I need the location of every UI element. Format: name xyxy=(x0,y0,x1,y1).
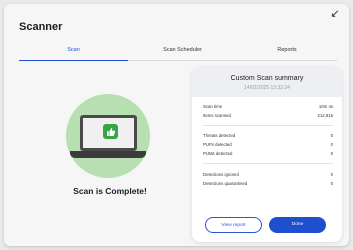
tab-scan[interactable]: Scan xyxy=(19,47,128,53)
done-button[interactable]: Done xyxy=(269,217,326,233)
divider xyxy=(203,163,333,164)
scan-summary-panel: Custom Scan summary 14/02/2025 13:32:24 … xyxy=(192,67,342,242)
row-label: Items scanned xyxy=(203,113,231,118)
row-value: 0 xyxy=(330,172,333,177)
row-value: 10m 4s xyxy=(318,104,333,109)
summary-row: Items scanned 212,815 xyxy=(203,113,333,119)
summary-date: 14/02/2025 13:32:24 xyxy=(244,85,290,91)
thumbs-up-icon xyxy=(103,124,118,139)
summary-title: Custom Scan summary xyxy=(230,75,304,82)
view-report-button[interactable]: View report xyxy=(205,217,262,233)
row-label: Detections ignored xyxy=(203,172,239,177)
divider xyxy=(203,125,333,126)
summary-row: PUMs detected 0 xyxy=(203,151,333,157)
row-value: 0 xyxy=(330,133,333,138)
row-value: 212,815 xyxy=(317,113,333,118)
laptop-icon xyxy=(80,115,137,151)
tab-bar: Scan Scan Scheduler Reports xyxy=(19,42,337,61)
summary-row: Detections quarantined 0 xyxy=(203,181,333,187)
row-label: PUMs detected xyxy=(203,151,233,156)
collapse-arrow-icon[interactable]: ↙ xyxy=(329,8,341,20)
page-title: Scanner xyxy=(19,21,63,33)
tab-scan-scheduler[interactable]: Scan Scheduler xyxy=(128,47,237,53)
row-value: 0 xyxy=(330,151,333,156)
row-value: 0 xyxy=(330,142,333,147)
scanner-window: ↙ Scanner Scan Scan Scheduler Reports Sc… xyxy=(4,4,349,246)
summary-header: Custom Scan summary 14/02/2025 13:32:24 xyxy=(192,67,342,97)
active-tab-indicator xyxy=(19,59,128,61)
scan-complete-message: Scan is Complete! xyxy=(73,186,147,196)
summary-row: Detections ignored 0 xyxy=(203,172,333,178)
laptop-base xyxy=(70,151,146,158)
summary-row: Scan time 10m 4s xyxy=(203,104,333,110)
row-label: Threats detected xyxy=(203,133,236,138)
tab-reports[interactable]: Reports xyxy=(237,47,337,53)
row-label: PUPs detected xyxy=(203,142,232,147)
scan-complete-illustration xyxy=(66,94,150,178)
summary-row: Threats detected 0 xyxy=(203,133,333,139)
row-label: Scan time xyxy=(203,104,223,109)
row-value: 0 xyxy=(330,181,333,186)
row-label: Detections quarantined xyxy=(203,181,248,186)
summary-row: PUPs detected 0 xyxy=(203,142,333,148)
